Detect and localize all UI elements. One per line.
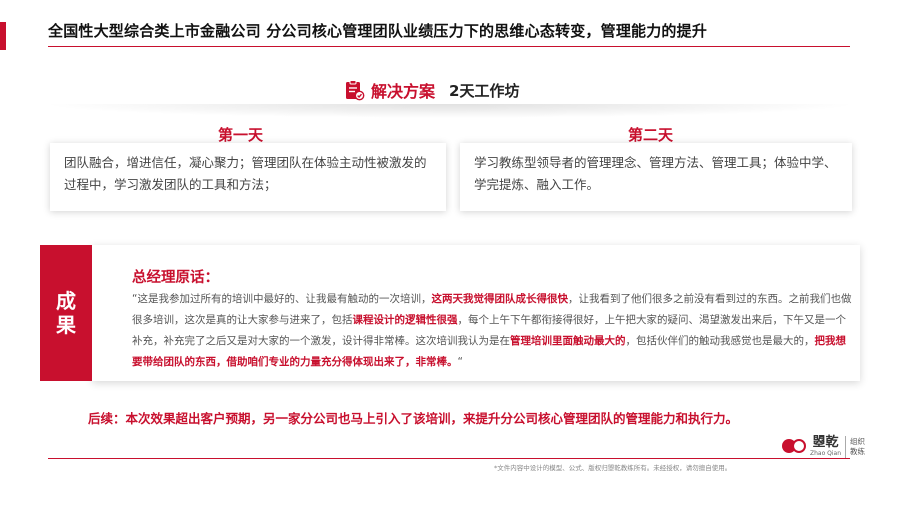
solution-subtitle: 2天工作坊 <box>449 81 520 100</box>
quote-text-1: “这是我参加过所有的培训中最好的、让我最有触动的一次培训， <box>132 293 432 305</box>
clipboard-check-icon <box>346 80 365 101</box>
logo-separator <box>845 436 847 458</box>
day-one-text: 团队融合，增进信任，凝心聚力；管理团队在体验主动性被激发的过程中，学习激发团队的… <box>64 155 427 192</box>
result-tab-char-1: 成 <box>56 289 76 313</box>
day-one-card: 团队融合，增进信任，凝心聚力；管理团队在体验主动性被激发的过程中，学习激发团队的… <box>50 143 446 211</box>
page-title: 全国性大型综合类上市金融公司 分公司核心管理团队业绩压力下的思维心态转变，管理能… <box>48 22 708 40</box>
result-tab-char-2: 果 <box>56 313 76 337</box>
logo-name: 曌乾 <box>812 435 839 450</box>
title-accent-bar <box>0 22 6 50</box>
logo-tag-1: 组织 <box>850 437 866 446</box>
day-two-title: 第二天 <box>628 126 674 144</box>
day-one-title: 第一天 <box>218 126 264 144</box>
day-two-card: 学习教练型领导者的管理理念、管理方法、管理工具；体验中学、学完提炼、融入工作。 <box>460 143 852 211</box>
company-logo: 曌乾 Zhao Qian 组织 教练 <box>782 436 865 458</box>
logo-tag-2: 教练 <box>850 447 866 456</box>
logo-name-en: Zhao Qian <box>810 450 842 457</box>
day-two-text: 学习教练型领导者的管理理念、管理方法、管理工具；体验中学、学完提炼、融入工作。 <box>474 155 837 192</box>
quote-highlight-2: 课程设计的逻辑性很强 <box>352 314 458 326</box>
quote-body: “这是我参加过所有的培训中最好的、让我最有触动的一次培训，这两天我觉得团队成长得… <box>132 289 852 373</box>
solution-title: 解决方案 <box>371 82 436 101</box>
quote-text-4: ，包括伙伴们的触动我感觉也是最大的， <box>625 335 815 347</box>
quote-title: 总经理原话： <box>132 270 219 286</box>
copyright-footnote: *文件内容中设计的模型、公式、版权归曌乾教练所有。未经授权，请勿擅自使用。 <box>494 464 732 472</box>
title-divider <box>48 46 850 47</box>
result-tab: 成 果 <box>40 245 92 381</box>
solution-header: 解决方案 2天工作坊 <box>343 78 519 102</box>
follow-up-text: 后续：本次效果超出客户预期，另一家分公司也马上引入了该培训，来提升分公司核心管理… <box>88 411 739 426</box>
quote-text-5: “ <box>457 356 463 368</box>
section-shadow <box>40 104 860 118</box>
quote-highlight-1: 这两天我觉得团队成长得很快 <box>431 293 568 305</box>
quote-highlight-3: 管理培训里面触动最大的 <box>510 335 626 347</box>
logo-mark-icon <box>782 439 806 455</box>
footer-divider <box>48 458 850 459</box>
